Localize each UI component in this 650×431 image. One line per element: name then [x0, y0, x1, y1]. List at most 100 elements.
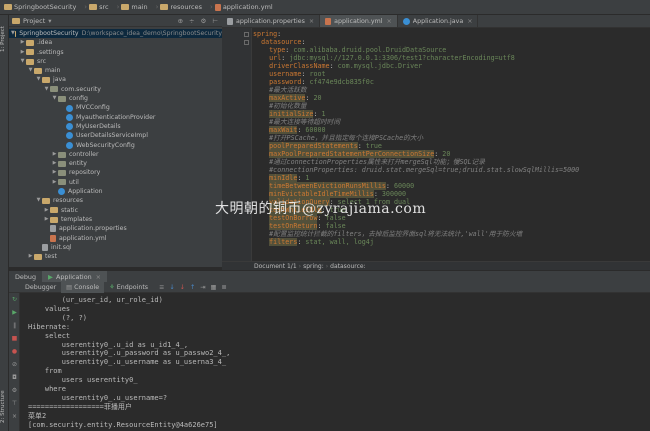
- tree-item[interactable]: ▼ resources: [9, 196, 222, 205]
- console-output[interactable]: (ur_user_id, ur_role_id) values (?, ?) Hi…: [20, 293, 650, 431]
- code-line: password: cf474e9dcb835f0c: [269, 78, 374, 86]
- tab-debugger[interactable]: Debugger: [20, 282, 61, 293]
- chevron-right-icon[interactable]: ▶: [43, 215, 50, 224]
- close-icon[interactable]: ×: [387, 18, 392, 25]
- tree-item[interactable]: ▶ controller: [9, 150, 222, 159]
- chevron-down-icon[interactable]: ▼: [43, 85, 50, 94]
- chevron-right-icon[interactable]: ▶: [51, 150, 58, 159]
- file-icon: [42, 243, 48, 251]
- resume-icon[interactable]: ↻: [11, 296, 18, 303]
- tree-item[interactable]: MyauthenticationProvider: [9, 113, 222, 122]
- editor-tab[interactable]: application.yml ×: [320, 15, 398, 27]
- tree-item[interactable]: MyUserDetails: [9, 122, 222, 131]
- tree-item[interactable]: WebSecurityConfig: [9, 141, 222, 150]
- chevron-down-icon[interactable]: ▼: [27, 66, 34, 75]
- chevron-right-icon[interactable]: ▶: [27, 252, 34, 261]
- tab-console[interactable]: ▤ Console: [61, 281, 105, 293]
- tree-item[interactable]: ▶ util: [9, 178, 222, 187]
- chevron-down-icon[interactable]: ▼: [35, 75, 42, 84]
- editor-tab[interactable]: Application.java ×: [398, 15, 479, 27]
- hide-icon[interactable]: ⊢: [212, 17, 218, 25]
- tree-item[interactable]: ▼ java: [9, 75, 222, 84]
- settings-icon[interactable]: ⚙: [11, 387, 18, 394]
- tree-item[interactable]: ▶ .idea: [9, 38, 222, 47]
- package-icon: [58, 95, 66, 102]
- code-value: 60000: [393, 182, 415, 190]
- code-line: #通过connectionProperties属性来打开mergeSql功能；慢…: [269, 158, 485, 166]
- package-icon: [50, 86, 58, 93]
- breadcrumb-spring[interactable]: spring:: [303, 263, 324, 270]
- tree-item[interactable]: ▼ com.security: [9, 85, 222, 94]
- close-panel-icon[interactable]: ×: [11, 413, 18, 420]
- gear-icon[interactable]: ⚙: [201, 17, 207, 25]
- view-breakpoints-icon[interactable]: ●: [11, 348, 18, 355]
- code-value: 20: [313, 94, 322, 102]
- camera-icon[interactable]: ◘: [11, 374, 18, 381]
- chevron-right-icon: ›: [116, 3, 120, 11]
- structure-tool-tab[interactable]: 2: Structure: [0, 385, 9, 429]
- tree-item[interactable]: ▼ SpringbootSecurity D:\workspace_idea_dem…: [9, 29, 222, 39]
- code-editor[interactable]: spring: datasource: type: com.alibaba.drui…: [253, 28, 650, 261]
- debug-side-toolbar: ↻ ▶ ∥ ■ ● ⊘ ◘ ⚙ ⊤ ×: [9, 293, 20, 431]
- stop-icon[interactable]: ■: [11, 335, 18, 342]
- folder-icon: [50, 207, 58, 214]
- breadcrumb-datasource[interactable]: datasource:: [330, 263, 365, 270]
- collapse-icon[interactable]: ÷: [189, 17, 194, 25]
- chevron-down-icon[interactable]: ▼: [35, 196, 42, 205]
- evaluate-icon[interactable]: ▦: [211, 284, 217, 291]
- sync-icon[interactable]: ⊕: [178, 17, 183, 25]
- breadcrumb-item[interactable]: application.yml: [214, 3, 273, 11]
- pin-icon[interactable]: ⊤: [11, 400, 18, 407]
- step-out-icon[interactable]: ↑: [190, 284, 195, 291]
- close-icon[interactable]: ×: [96, 273, 101, 281]
- tree-item[interactable]: ▼ config: [9, 94, 222, 103]
- more-icon[interactable]: ≣: [221, 284, 226, 291]
- pause-icon[interactable]: ∥: [11, 322, 18, 329]
- tree-item[interactable]: ▶ entity: [9, 159, 222, 168]
- breadcrumb-item[interactable]: resources: [160, 3, 202, 11]
- project-panel-title[interactable]: Project: [23, 17, 45, 25]
- tree-item[interactable]: init.sql: [9, 243, 222, 252]
- breadcrumb-item[interactable]: SpringbootSecurity: [4, 3, 76, 11]
- editor-tab[interactable]: application.properties ×: [222, 15, 321, 27]
- tree-item[interactable]: UserDetailsServiceImpl: [9, 131, 222, 140]
- chevron-right-icon[interactable]: ▶: [19, 38, 26, 47]
- tab-endpoints[interactable]: ⚘ Endpoints: [104, 282, 153, 293]
- tree-item-label: static: [61, 206, 78, 214]
- tree-item[interactable]: MVCConfig: [9, 103, 222, 112]
- file-icon: [227, 17, 233, 25]
- chevron-down-icon[interactable]: ▼: [51, 94, 58, 103]
- fold-marker-icon[interactable]: [244, 40, 249, 45]
- tree-item[interactable]: ▶ static: [9, 206, 222, 215]
- chevron-right-icon[interactable]: ▶: [51, 178, 58, 187]
- step-over-icon[interactable]: ≡: [159, 284, 164, 291]
- fold-marker-icon[interactable]: [244, 32, 249, 37]
- chevron-right-icon[interactable]: ▶: [19, 48, 26, 57]
- tree-item[interactable]: application.properties: [9, 224, 222, 233]
- run-to-cursor-icon[interactable]: ⇥: [200, 284, 205, 291]
- tree-item[interactable]: ▶ templates: [9, 215, 222, 224]
- tree-item[interactable]: ▶ .settings: [9, 48, 222, 57]
- chevron-right-icon[interactable]: ▶: [51, 159, 58, 168]
- chevron-down-icon[interactable]: ▼: [19, 57, 26, 66]
- tree-item[interactable]: ▼ main: [9, 66, 222, 75]
- close-icon[interactable]: ×: [467, 18, 472, 25]
- chevron-right-icon[interactable]: ▶: [51, 168, 58, 177]
- editor-tab-label: Application.java: [412, 17, 464, 25]
- tree-item-label: WebSecurityConfig: [76, 141, 135, 149]
- chevron-right-icon[interactable]: ▶: [43, 206, 50, 215]
- tree-item[interactable]: ▶ repository: [9, 168, 222, 177]
- breadcrumb-item[interactable]: main: [121, 3, 148, 11]
- force-step-into-icon[interactable]: ↓: [180, 284, 185, 291]
- mute-breakpoints-icon[interactable]: ⊘: [11, 361, 18, 368]
- close-icon[interactable]: ×: [309, 18, 314, 25]
- dropdown-icon[interactable]: ▾: [48, 17, 51, 25]
- tree-item[interactable]: ▶ test: [9, 252, 222, 261]
- play-icon[interactable]: ▶: [11, 309, 18, 316]
- tree-item[interactable]: ▼ src: [9, 57, 222, 66]
- tree-item[interactable]: application.yml: [9, 234, 222, 243]
- step-into-icon[interactable]: ↓: [169, 284, 174, 291]
- breadcrumb-item[interactable]: src: [89, 3, 109, 11]
- project-tool-tab[interactable]: 1: Project: [0, 19, 9, 59]
- tree-item[interactable]: Application: [9, 187, 222, 196]
